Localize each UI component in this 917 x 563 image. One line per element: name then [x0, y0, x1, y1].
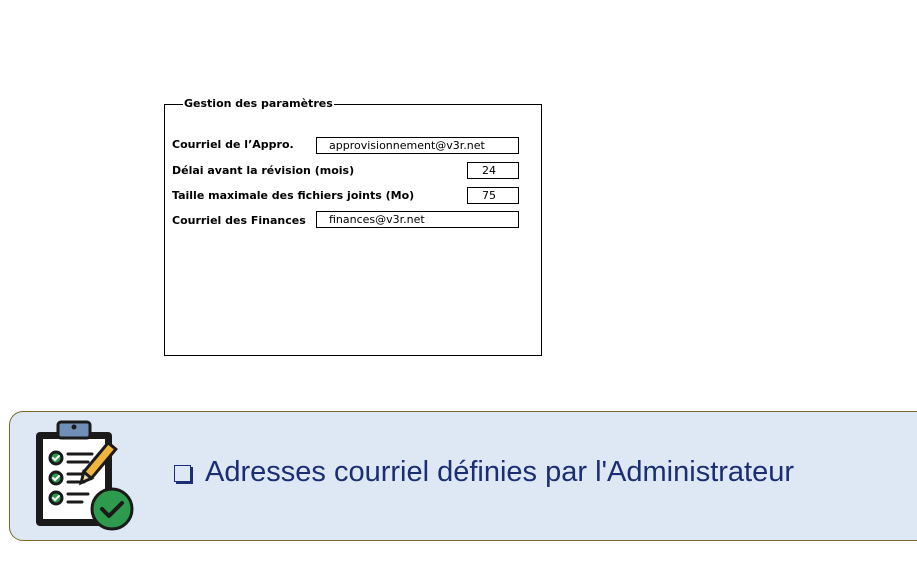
appro-email-field[interactable]: approvisionnement@v3r.net [316, 137, 519, 154]
parameters-panel: Gestion des paramètres Courriel de l’App… [164, 96, 542, 356]
max-attachment-size-label: Taille maximale des fichiers joints (Mo) [172, 189, 415, 202]
clipboard-checklist-icon [36, 420, 134, 531]
appro-email-label: Courriel de l’Appro. [172, 138, 294, 151]
max-attachment-size-field[interactable]: 75 [467, 187, 519, 204]
checkbox-bullet-icon [174, 465, 191, 482]
note-message: Adresses courriel définies par l'Adminis… [174, 456, 794, 489]
finance-email-label: Courriel des Finances [172, 214, 306, 227]
panel-legend: Gestion des paramètres [183, 96, 334, 112]
note-text: Adresses courriel définies par l'Adminis… [205, 456, 795, 488]
revision-delay-field[interactable]: 24 [467, 162, 519, 179]
finance-email-field[interactable]: finances@v3r.net [316, 211, 519, 228]
revision-delay-label: Délai avant la révision (mois) [172, 164, 355, 177]
